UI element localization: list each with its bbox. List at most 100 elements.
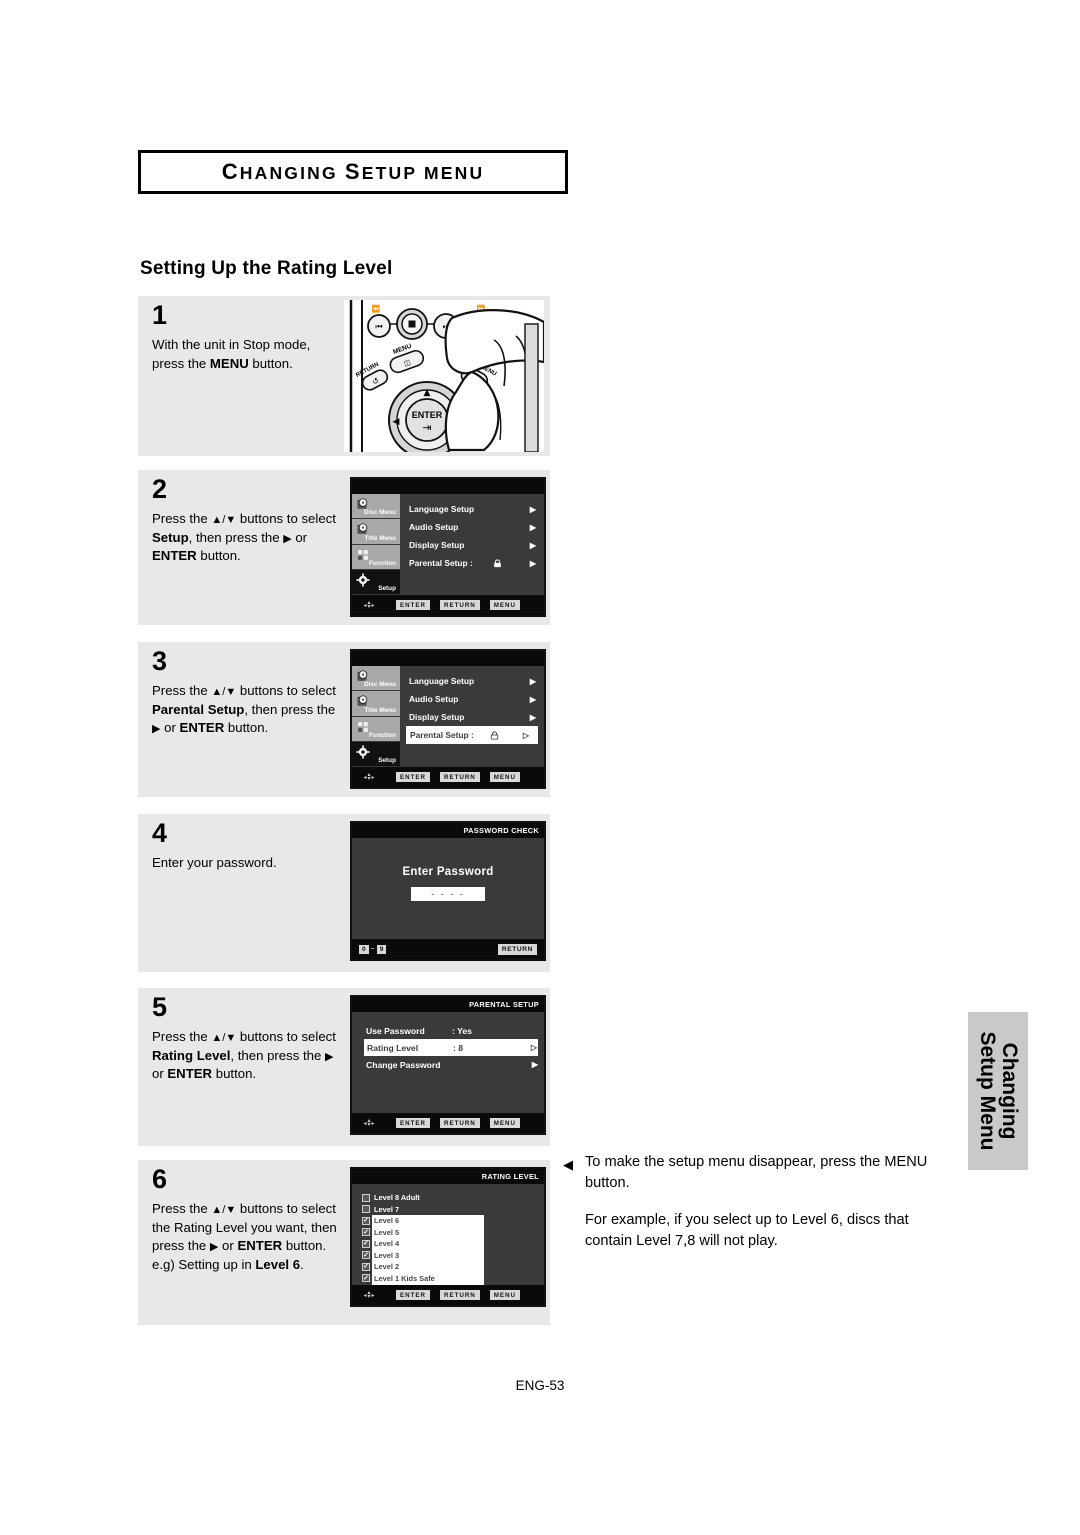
osd-enter-button[interactable]: ENTER — [396, 600, 430, 610]
chevron-right-icon: ▶ — [529, 540, 537, 550]
menu-row-audio-setup[interactable]: Audio Setup ▶ — [406, 690, 544, 708]
sidebar-item-function[interactable]: Function — [352, 544, 400, 570]
osd-menu-button[interactable]: MENU — [489, 772, 520, 782]
chevron-right-outline-icon: ▷ — [522, 730, 530, 740]
osd-return-button[interactable]: RETURN — [439, 772, 480, 782]
osd-bottom-bar: ◂ ▴ ▾ ▸ ENTER RETURN MENU — [352, 767, 544, 787]
parental-setup-rows: Use Password : Yes Rating Level : 8 ▷ Ch… — [352, 1012, 544, 1073]
rating-item-level-8[interactable]: Level 8 Adult — [362, 1192, 544, 1204]
side-tab-line-1: Changing — [998, 1042, 1022, 1140]
password-prompt-label: Enter Password — [402, 866, 494, 878]
sidebar-item-function[interactable]: Function — [352, 716, 400, 742]
osd-enter-button[interactable]: ENTER — [396, 772, 430, 782]
osd-menu-button[interactable]: MENU — [489, 1118, 520, 1128]
sidebar-item-setup[interactable]: Setup — [352, 741, 400, 767]
sidebar-label-function: Function — [369, 559, 396, 567]
password-input-field[interactable]: - - - - — [411, 887, 485, 901]
osd-menu-list: Language Setup ▶ Audio Setup ▶ Display S… — [400, 494, 544, 595]
osd-screen: Disc Menu Title Menu Function Setup Lang… — [350, 477, 546, 617]
rating-label: Level 8 Adult — [374, 1193, 420, 1203]
step-text-1: With the unit in Stop mode, press the ME… — [152, 337, 311, 371]
menu-label: Parental Setup : — [410, 730, 474, 740]
step-number-5: 5 — [152, 992, 168, 1022]
osd-return-button[interactable]: RETURN — [439, 1290, 480, 1300]
rating-item-level-7[interactable]: Level 7 — [362, 1204, 544, 1216]
rating-item-level-3[interactable]: ✓ Level 3 — [362, 1250, 544, 1262]
menu-row-parental-setup[interactable]: Parental Setup : ▶ — [406, 554, 544, 572]
rating-label: Level 5 — [374, 1227, 400, 1237]
step-text-5: Press the ▲/▼ buttons to select Rating L… — [152, 1029, 336, 1082]
menu-label: Display Setup — [409, 712, 465, 722]
osd-enter-button[interactable]: ENTER — [396, 1290, 430, 1300]
osd-password-titlebar: PASSWORD CHECK — [352, 823, 544, 838]
osd-body: Disc Menu Title Menu Function Setup Lang… — [352, 494, 544, 595]
step-panel-3: 3 Press the ▲/▼ buttons to select Parent… — [138, 642, 550, 797]
rating-item-level-6[interactable]: ✓ Level 6 — [362, 1215, 544, 1227]
svg-text:⏪: ⏪ — [372, 304, 381, 313]
osd-body: Use Password : Yes Rating Level : 8 ▷ Ch… — [352, 1012, 544, 1113]
sidebar-item-setup[interactable]: Setup — [352, 569, 400, 595]
rating-item-level-4[interactable]: ✓ Level 4 — [362, 1238, 544, 1250]
checkbox-checked[interactable]: ✓ — [362, 1239, 370, 1248]
menu-label: Parental Setup : — [409, 558, 473, 568]
note-paragraph-1: To make the setup menu disappear, press … — [585, 1154, 928, 1192]
rating-label: Level 7 — [374, 1204, 400, 1214]
checkbox-checked[interactable]: ✓ — [362, 1251, 370, 1260]
rating-item-level-1[interactable]: ✓ Level 1 Kids Safe — [362, 1273, 544, 1285]
side-tab-line-2: Setup Menu — [976, 1031, 999, 1151]
dpad-icon: ◂ ▴ ▾ ▸ — [363, 1289, 375, 1301]
menu-row-display-setup[interactable]: Display Setup ▶ — [406, 536, 544, 554]
parental-row-use-password[interactable]: Use Password : Yes — [364, 1022, 538, 1039]
rating-item-level-5[interactable]: ✓ Level 5 — [362, 1227, 544, 1239]
checkbox-unchecked[interactable] — [362, 1193, 370, 1202]
osd-enter-button[interactable]: ENTER — [396, 1118, 430, 1128]
step-number-1: 1 — [152, 300, 168, 330]
sidebar-item-disc-menu[interactable]: Disc Menu — [352, 494, 400, 520]
sidebar-item-disc-menu[interactable]: Disc Menu — [352, 666, 400, 692]
step-number-3: 3 — [152, 646, 168, 676]
osd-titlebar — [352, 651, 544, 666]
osd-return-button[interactable]: RETURN — [497, 943, 537, 955]
tilde-separator: ~ — [370, 945, 375, 953]
menu-label: Display Setup — [409, 540, 465, 550]
osd-menu-button[interactable]: MENU — [489, 600, 520, 610]
chevron-right-icon: ▶ — [529, 694, 537, 704]
sidebar-item-title-menu[interactable]: Title Menu — [352, 519, 400, 545]
osd-screen: Disc Menu Title Menu Function Setup Lang… — [350, 649, 546, 789]
rating-label: Level 4 — [374, 1239, 400, 1249]
menu-row-language-setup[interactable]: Language Setup ▶ — [406, 672, 544, 690]
sidebar-item-title-menu[interactable]: Title Menu — [352, 691, 400, 717]
checkbox-checked[interactable]: ✓ — [362, 1274, 370, 1283]
rating-item-level-2[interactable]: ✓ Level 2 — [362, 1261, 544, 1273]
osd-return-button[interactable]: RETURN — [439, 1118, 480, 1128]
checkbox-checked[interactable]: ✓ — [362, 1216, 370, 1225]
osd-screen: RATING LEVEL Level 8 Adult Level 7 ✓ Lev… — [350, 1167, 546, 1307]
parental-row-change-password[interactable]: Change Password ▶ — [364, 1056, 538, 1073]
note-block: ◀ To make the setup menu disappear, pres… — [563, 1152, 933, 1253]
step-text-4: Enter your password. — [152, 855, 277, 870]
row-value: : Yes — [452, 1025, 472, 1036]
osd-menu-button[interactable]: MENU — [489, 1290, 520, 1300]
osd-screen: PARENTAL SETUP Use Password : Yes Rating… — [350, 995, 546, 1135]
checkbox-checked[interactable]: ✓ — [362, 1228, 370, 1237]
osd-titlebar — [352, 479, 544, 494]
chevron-right-icon: ▶ — [529, 712, 537, 722]
page-footer: ENG-53 — [515, 1378, 565, 1393]
osd-setup-parental-screen: Disc Menu Title Menu Function Setup Lang… — [350, 649, 546, 789]
osd-return-button[interactable]: RETURN — [439, 600, 480, 610]
checkbox-unchecked[interactable] — [362, 1205, 370, 1214]
parental-row-rating-level-selected[interactable]: Rating Level : 8 ▷ — [364, 1039, 538, 1056]
menu-row-parental-setup-selected[interactable]: Parental Setup : ▷ — [406, 726, 538, 744]
step-panel-5: 5 Press the ▲/▼ buttons to select Rating… — [138, 988, 550, 1146]
grid-icon — [358, 549, 368, 560]
digit-to: 9 — [376, 944, 387, 954]
chevron-right-outline-icon: ▷ — [530, 1043, 537, 1052]
section-header-title: CHANGING SETUP MENU — [221, 159, 485, 184]
menu-row-display-setup[interactable]: Display Setup ▶ — [406, 708, 544, 726]
menu-row-audio-setup[interactable]: Audio Setup ▶ — [406, 518, 544, 536]
menu-row-language-setup[interactable]: Language Setup ▶ — [406, 500, 544, 518]
step-panel-2: 2 Press the ▲/▼ buttons to select Setup,… — [138, 470, 550, 625]
row-label: Rating Level — [367, 1042, 419, 1053]
step-text-6: Press the ▲/▼ buttons to select the Rati… — [152, 1201, 337, 1273]
checkbox-checked[interactable]: ✓ — [362, 1262, 370, 1271]
